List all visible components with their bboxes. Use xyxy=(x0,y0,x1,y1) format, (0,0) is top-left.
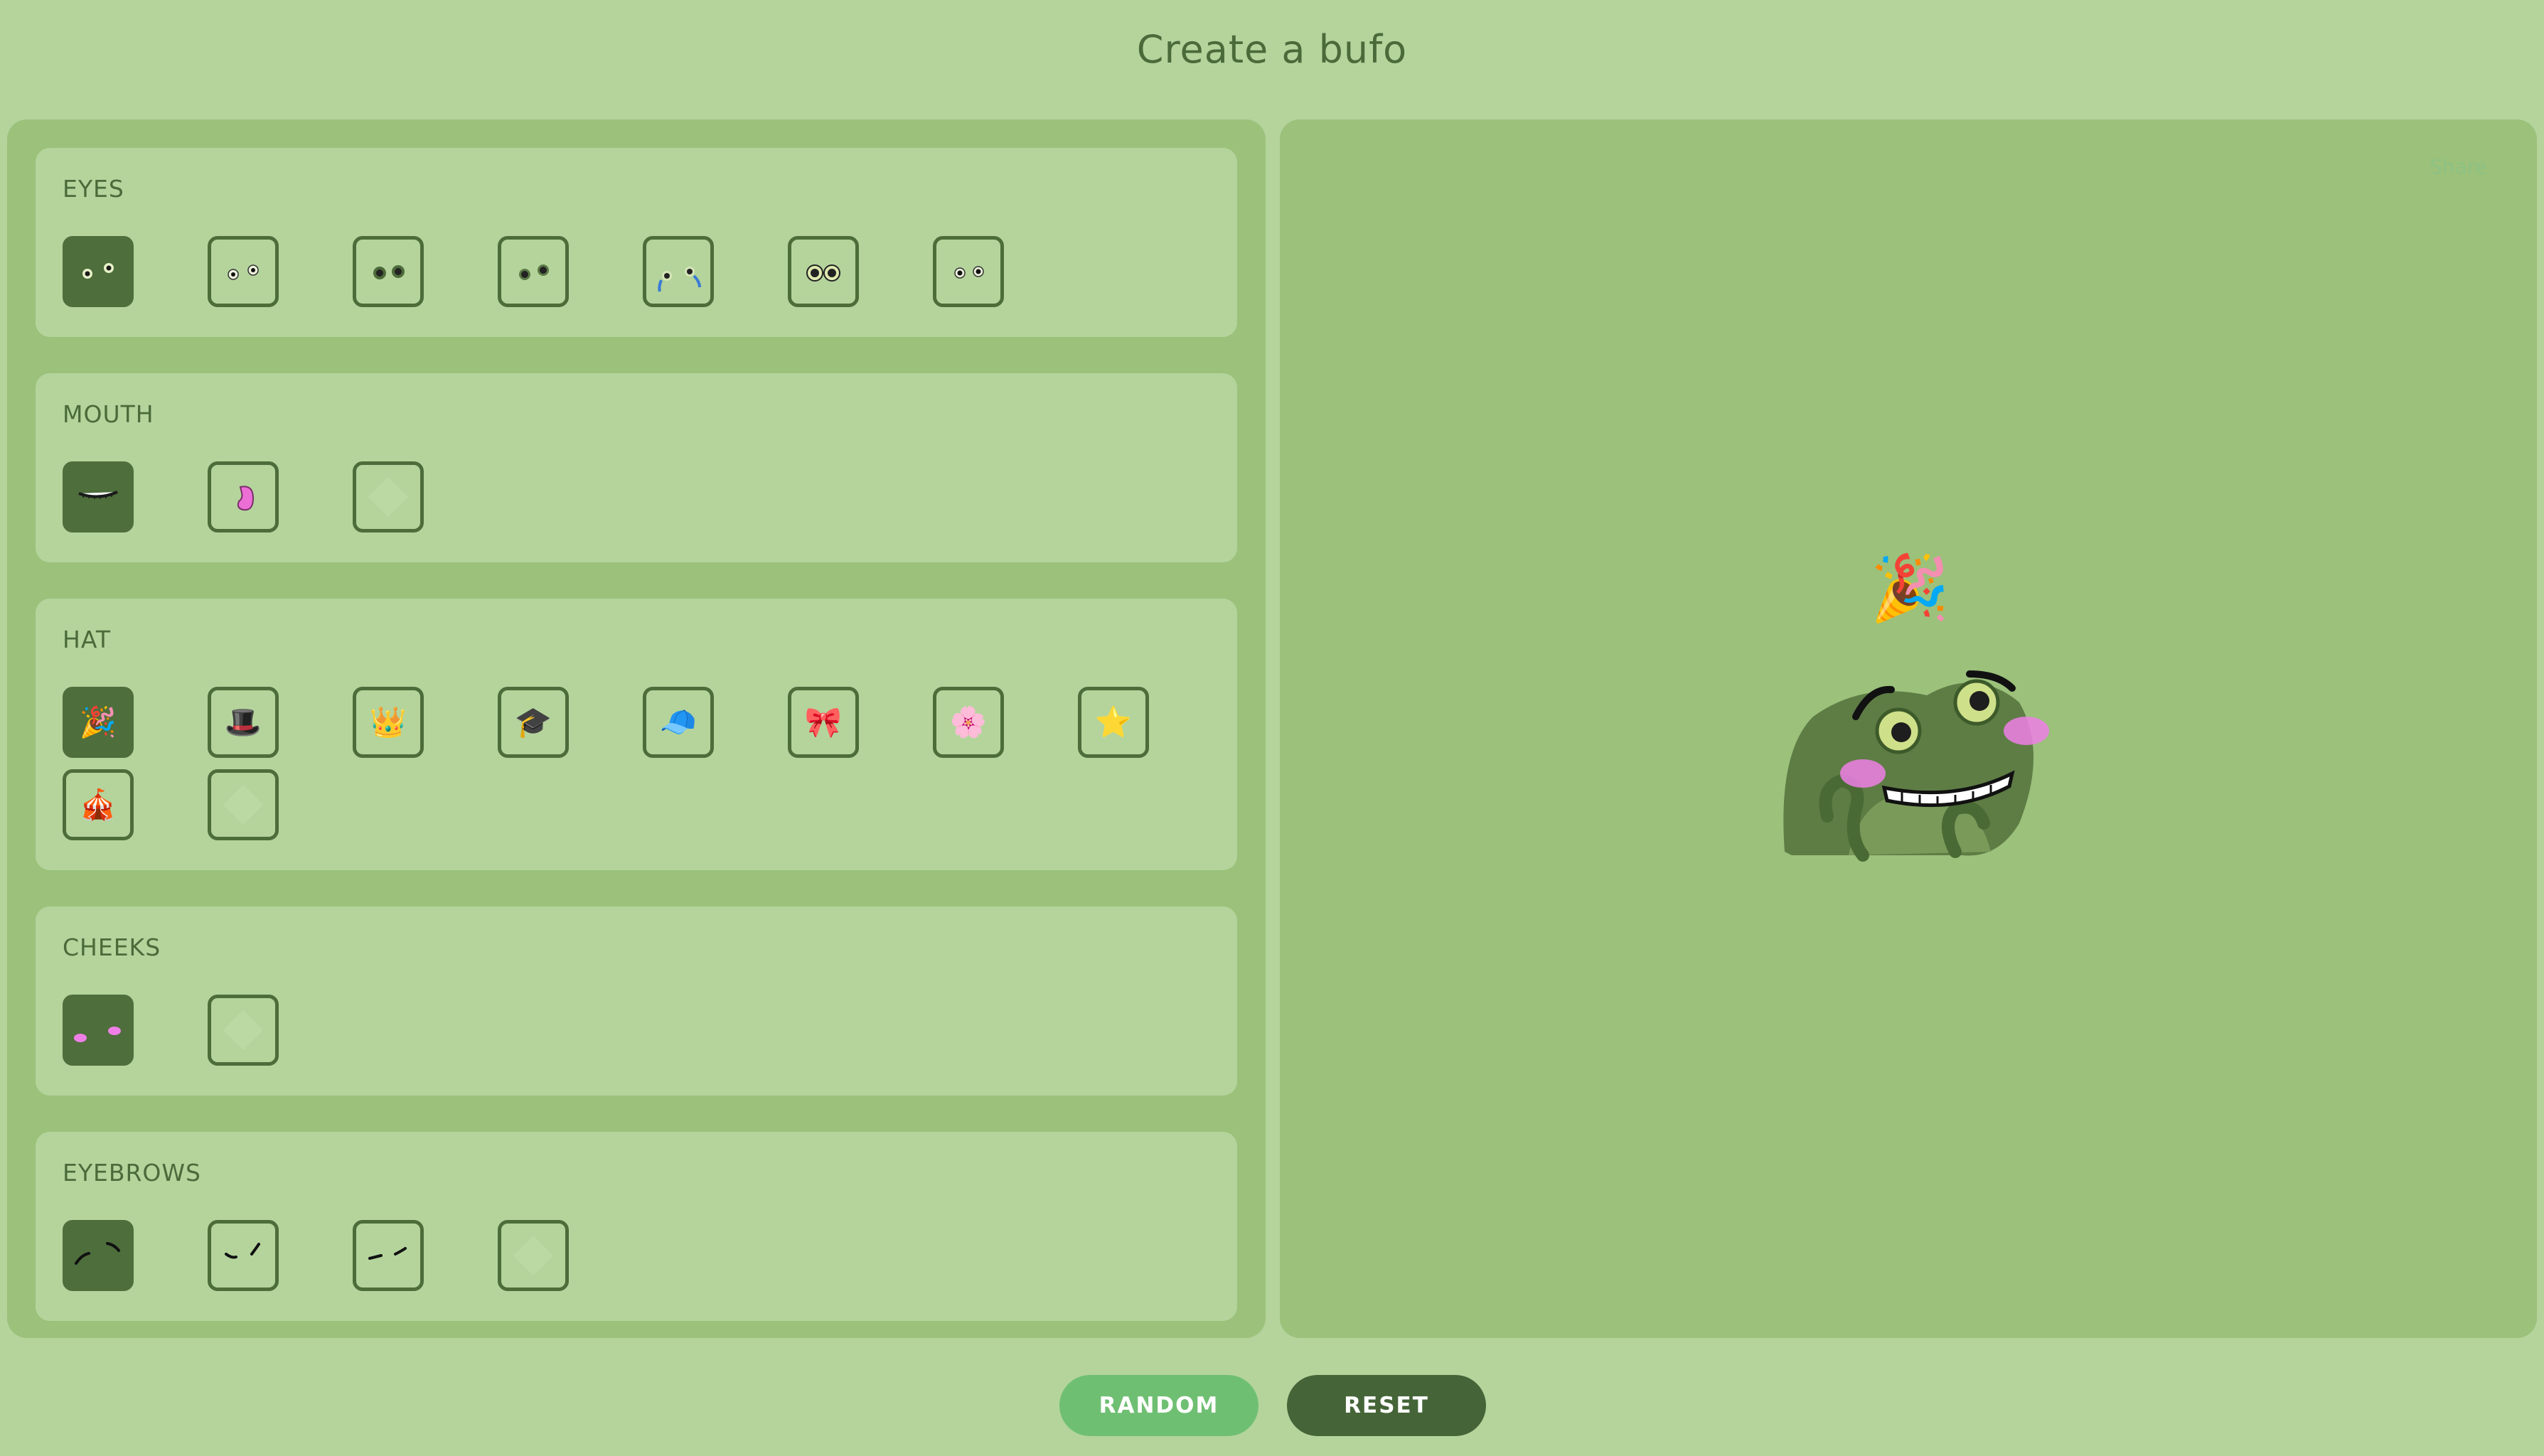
preview-panel: Share 🎉 xyxy=(1280,119,2537,1338)
eyebrows-option-flat[interactable] xyxy=(353,1220,424,1291)
section-label-mouth: MOUTH xyxy=(63,400,154,428)
mouth-option-none[interactable] xyxy=(353,461,424,532)
eyebrows-icon xyxy=(75,1242,120,1265)
eyebrows-option-raised[interactable] xyxy=(208,1220,279,1291)
hat-option-crown[interactable]: 👑 xyxy=(353,687,424,758)
section-cheeks: CHEEKS xyxy=(36,906,1237,1096)
hat-option-top-hat[interactable]: 🎩 xyxy=(208,687,279,758)
eyes-option-5[interactable] xyxy=(643,236,714,307)
party-popper-icon: 🎉 xyxy=(79,705,117,739)
eyes-option-7[interactable] xyxy=(933,236,1004,307)
eyes-preview-icon xyxy=(519,264,549,280)
party-popper-icon: 🎉 xyxy=(1870,551,1950,626)
bow-icon: 🎀 xyxy=(804,705,843,739)
hat-option-star[interactable]: ⭐ xyxy=(1078,687,1149,758)
blank-icon xyxy=(223,784,264,825)
flower-icon: 🌸 xyxy=(949,705,988,739)
eyes-preview-icon xyxy=(82,263,114,279)
eyes-option-6[interactable] xyxy=(788,236,859,307)
hat-option-bow[interactable]: 🎀 xyxy=(788,687,859,758)
hat-option-party-popper[interactable]: 🎉 xyxy=(63,687,134,758)
blank-icon xyxy=(223,1010,264,1051)
share-link[interactable]: Share xyxy=(2430,155,2487,178)
crown-icon: 👑 xyxy=(369,705,407,739)
eyebrows-icon xyxy=(225,1243,260,1259)
section-eyebrows: EYEBROWS xyxy=(36,1132,1237,1321)
blank-icon xyxy=(368,476,409,518)
star-icon: ⭐ xyxy=(1094,705,1133,739)
mouth-option-grin[interactable] xyxy=(63,461,134,532)
hat-option-graduation-cap[interactable]: 🎓 xyxy=(498,687,569,758)
hat-option-none[interactable] xyxy=(208,769,279,840)
top-hat-icon: 🎩 xyxy=(224,705,262,739)
bufo-preview: 🎉 xyxy=(1783,551,2049,862)
eyes-preview-icon xyxy=(228,264,259,280)
hat-option-circus-tent[interactable]: 🎪 xyxy=(63,769,134,840)
eyebrows-icon xyxy=(368,1247,407,1260)
section-label-eyebrows: EYEBROWS xyxy=(63,1159,201,1187)
mouth-option-tongue[interactable] xyxy=(208,461,279,532)
tongue-icon xyxy=(237,486,255,511)
section-hat: HAT 🎉 🎩 👑 🎓 🧢 🎀 🌸 ⭐ 🎪 xyxy=(36,599,1237,870)
baseball-cap-icon: 🧢 xyxy=(659,705,698,739)
eyes-preview-icon xyxy=(658,267,701,292)
section-eyes: EYES xyxy=(36,148,1237,337)
section-label-eyes: EYES xyxy=(63,175,124,203)
blank-icon xyxy=(513,1235,554,1276)
circus-tent-icon: 🎪 xyxy=(79,787,117,822)
hat-option-flower[interactable]: 🌸 xyxy=(933,687,1004,758)
reset-button[interactable]: RESET xyxy=(1287,1375,1486,1436)
customization-panel: EYES MOUTH HAT 🎉 🎩 👑 🎓 🧢 🎀 🌸 ⭐ 🎪 CHEEKS … xyxy=(7,119,1266,1338)
eyebrows-option-worried[interactable] xyxy=(63,1220,134,1291)
eyes-preview-icon xyxy=(954,266,984,279)
graduation-cap-icon: 🎓 xyxy=(514,705,552,739)
blush-icon xyxy=(74,1027,121,1042)
cheeks-option-blush[interactable] xyxy=(63,995,134,1066)
grin-icon xyxy=(78,491,118,499)
page-title: Create a bufo xyxy=(1136,27,1408,72)
random-button[interactable]: RANDOM xyxy=(1059,1375,1258,1436)
eyes-option-1[interactable] xyxy=(63,236,134,307)
eyes-option-2[interactable] xyxy=(208,236,279,307)
eyes-option-4[interactable] xyxy=(498,236,569,307)
section-label-cheeks: CHEEKS xyxy=(63,933,161,961)
hat-option-baseball-cap[interactable]: 🧢 xyxy=(643,687,714,758)
eyes-preview-icon xyxy=(373,265,405,279)
section-mouth: MOUTH xyxy=(36,373,1237,562)
section-label-hat: HAT xyxy=(63,626,111,653)
eyebrows-option-none[interactable] xyxy=(498,1220,569,1291)
eyes-option-3[interactable] xyxy=(353,236,424,307)
cheeks-option-none[interactable] xyxy=(208,995,279,1066)
eyes-preview-icon xyxy=(806,264,840,282)
